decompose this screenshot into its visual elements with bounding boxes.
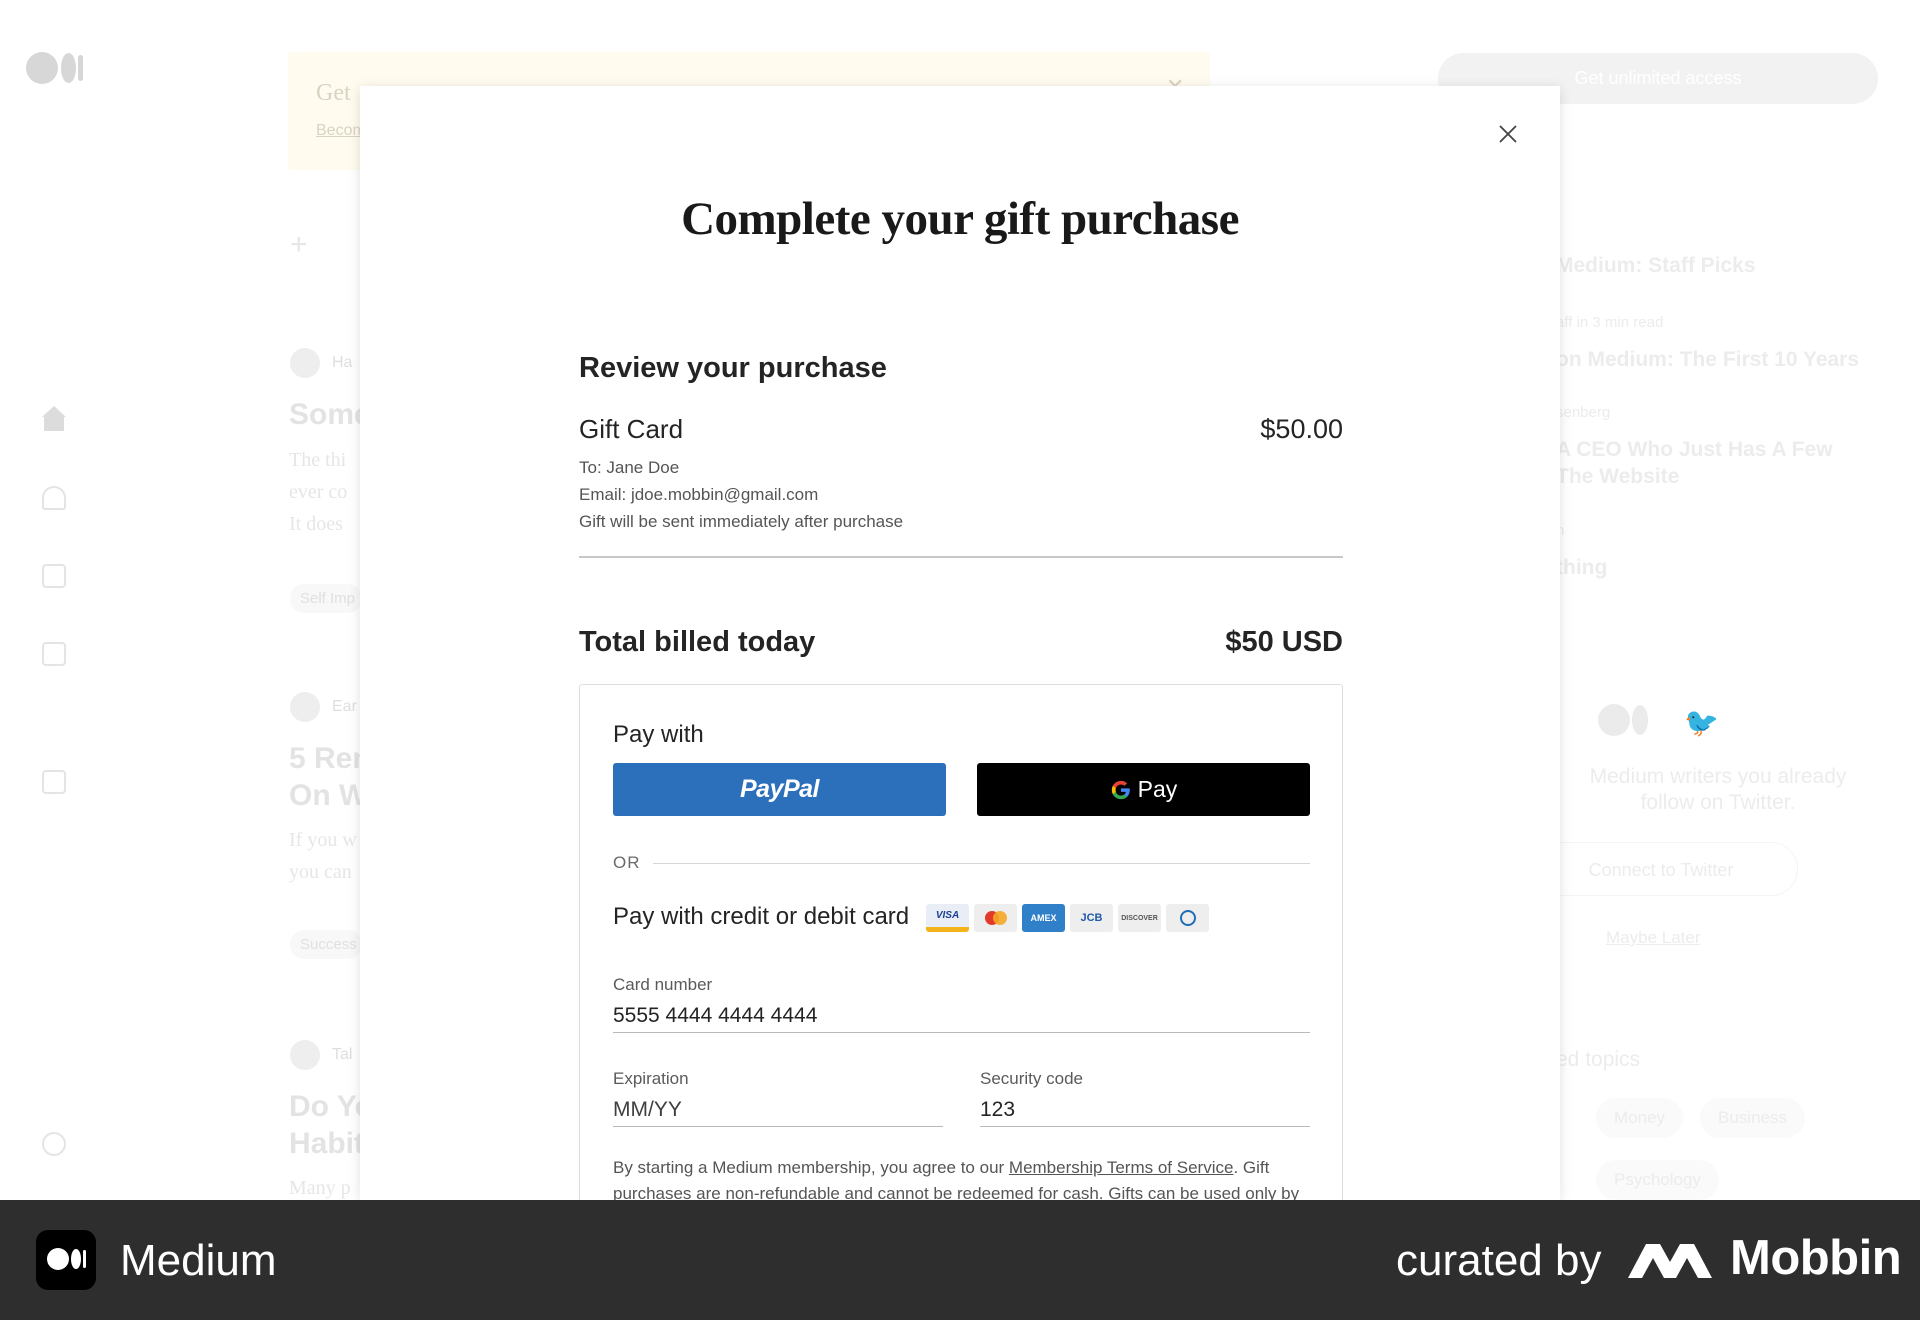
topic-pill: Money <box>1596 1098 1684 1138</box>
google-g-icon <box>1111 780 1130 799</box>
topic-pill: Business <box>1700 1098 1805 1138</box>
review-heading: Review your purchase <box>579 352 887 384</box>
profile-avatar <box>42 1132 66 1156</box>
story-author: Tal <box>332 1046 353 1063</box>
google-pay-label: Pay <box>1137 776 1178 802</box>
expiration-label: Expiration <box>613 1069 689 1088</box>
delivery-note: Gift will be sent immediately after purc… <box>579 512 904 531</box>
story-title: 5 Ren On W <box>289 742 369 812</box>
write-icon <box>42 770 66 794</box>
visa-icon: VISA <box>926 904 969 932</box>
or-separator-line <box>653 863 1310 864</box>
story-excerpt: Many p <box>289 1177 351 1199</box>
story-avatar <box>290 348 320 378</box>
home-icon <box>42 406 66 432</box>
gift-purchase-modal: Complete your gift purchase Review your … <box>360 86 1560 1224</box>
recommended-topics-heading: ed topics <box>1556 1048 1641 1071</box>
twitter-connect-logos: 🐦 <box>1598 702 1719 738</box>
or-separator-label: OR <box>613 853 641 872</box>
story-avatar <box>290 692 320 722</box>
story-excerpt: If you w you can <box>289 829 357 883</box>
mobbin-logo-icon <box>1628 1244 1712 1278</box>
payment-panel: Pay with PayPal Pay OR Pay with credit o… <box>579 684 1343 1224</box>
close-button[interactable] <box>1488 114 1528 154</box>
banner-title: Get <box>316 80 351 106</box>
expiration-input[interactable] <box>613 1093 943 1127</box>
amex-icon: AMEX <box>1022 904 1065 932</box>
story-avatar <box>290 1040 320 1070</box>
story-title: Do Yo Habit <box>289 1090 369 1160</box>
sidebar-story-title: on Medium: The First 10 Years <box>1556 348 1860 371</box>
security-code-label: Security code <box>980 1069 1083 1088</box>
discover-icon: DISCOVER <box>1118 904 1161 932</box>
close-icon <box>1499 125 1517 143</box>
pay-with-label: Pay with <box>613 721 704 748</box>
banner-link: Becom <box>316 122 366 139</box>
twitter-prompt-text: Medium writers you already follow on Twi… <box>1589 765 1847 814</box>
bookmarks-icon <box>42 564 66 588</box>
paypal-logo: PayPal <box>739 775 820 803</box>
topic-pill: Psychology <box>1596 1160 1719 1200</box>
medium-app-icon <box>36 1230 96 1290</box>
stories-icon <box>42 642 66 666</box>
mobbin-brand-name: Mobbin <box>1730 1231 1902 1285</box>
story-author: Ear <box>332 698 357 715</box>
connect-twitter-button: Connect to Twitter <box>1524 842 1798 896</box>
terms-text-start: By starting a Medium membership, you agr… <box>613 1158 1009 1177</box>
divider <box>579 556 1343 558</box>
paypal-button[interactable]: PayPal <box>613 763 946 816</box>
medium-logo-icon <box>26 52 83 84</box>
curated-by-label: curated by <box>1396 1236 1602 1285</box>
sidebar-story-title: A CEO Who Just Has A Few The Website <box>1556 438 1833 488</box>
story-title: Some <box>289 398 369 431</box>
sidebar-heading: Medium: Staff Picks <box>1556 254 1756 277</box>
story-tag: Self Imp <box>290 584 362 613</box>
mastercard-icon <box>974 904 1017 932</box>
notifications-icon <box>42 486 66 510</box>
modal-title: Complete your gift purchase <box>681 193 1239 245</box>
membership-terms-link[interactable]: Membership Terms of Service <box>1009 1158 1234 1177</box>
jcb-icon: JCB <box>1070 904 1113 932</box>
google-pay-button[interactable]: Pay <box>977 763 1310 816</box>
recipient-email: Email: jdoe.mobbin@gmail.com <box>579 485 819 504</box>
sidebar-story-meta: senberg <box>1556 404 1611 421</box>
story-tag: Success <box>290 930 362 959</box>
story-excerpt: The thi ever co It does <box>289 449 348 535</box>
sidebar-story-title: thing <box>1556 556 1608 579</box>
diners-club-icon <box>1166 904 1209 932</box>
card-payment-heading: Pay with credit or debit card <box>613 903 910 930</box>
card-number-label: Card number <box>613 975 713 994</box>
twitter-icon: 🐦 <box>1684 707 1719 738</box>
item-name: Gift Card <box>579 414 684 444</box>
footer-bar: Medium curated by Mobbin <box>0 1200 1920 1320</box>
app-name: Medium <box>120 1236 277 1285</box>
maybe-later-link: Maybe Later <box>1606 928 1701 947</box>
add-topic-icon: + <box>290 228 308 261</box>
item-price: $50.00 <box>1260 414 1343 444</box>
security-code-input[interactable] <box>980 1093 1310 1127</box>
sidebar-story-meta: aff in 3 min read <box>1556 314 1664 331</box>
recipient-name: To: Jane Doe <box>579 458 680 477</box>
card-number-input[interactable] <box>613 999 1310 1033</box>
total-value: $50 USD <box>1225 626 1343 658</box>
story-author: Ha <box>332 354 353 371</box>
accepted-cards: VISA AMEX JCB DISCOVER <box>926 904 1209 932</box>
total-label: Total billed today <box>579 626 816 658</box>
